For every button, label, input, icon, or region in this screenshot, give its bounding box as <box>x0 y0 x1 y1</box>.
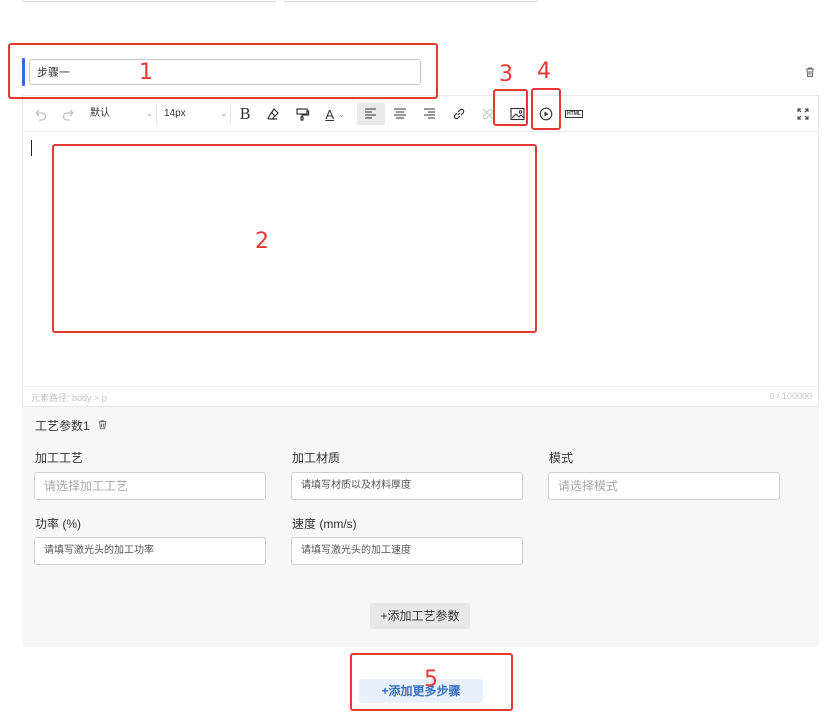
trash-icon[interactable] <box>96 418 109 431</box>
power-input[interactable]: 请填写激光头的加工功率 <box>34 537 266 565</box>
element-path: 元素路径: body > p <box>31 393 107 403</box>
annotation-box-1 <box>8 43 438 99</box>
eraser-icon[interactable] <box>264 103 282 125</box>
annotation-number-3: 3 <box>499 62 513 87</box>
font-family-value: 默认 <box>90 108 110 119</box>
material-input[interactable]: 请填写材质以及材料厚度 <box>291 472 523 500</box>
chevron-down-icon: ⌄ <box>337 109 345 119</box>
html-label: HTML <box>565 110 583 118</box>
font-family-select[interactable]: 默认 ⌄ <box>83 103 157 125</box>
process-select[interactable]: 请选择加工工艺 <box>34 472 266 500</box>
link-icon[interactable] <box>449 103 469 125</box>
undo-icon[interactable] <box>31 103 49 125</box>
add-param-button[interactable]: +添加工艺参数 <box>370 603 470 629</box>
align-left-icon[interactable] <box>357 103 385 125</box>
annotation-box-2 <box>52 144 537 333</box>
font-size-value: 14px <box>164 108 186 119</box>
params-section-title: 工艺参数1 <box>35 419 90 433</box>
font-color-label: A <box>325 106 334 122</box>
chevron-down-icon: ⌄ <box>146 109 153 118</box>
speed-label: 速度 (mm/s) <box>292 517 357 531</box>
align-center-icon[interactable] <box>390 103 410 125</box>
mode-label: 模式 <box>549 451 574 465</box>
annotation-number-4: 4 <box>537 59 551 84</box>
redo-icon[interactable] <box>60 103 78 125</box>
format-painter-icon[interactable] <box>293 103 311 125</box>
process-label: 加工工艺 <box>35 451 84 465</box>
top-field-left[interactable] <box>22 0 276 2</box>
material-label: 加工材质 <box>292 451 341 465</box>
annotation-number-1: 1 <box>139 60 153 85</box>
chevron-down-icon: ⌄ <box>220 109 227 118</box>
html-icon[interactable]: HTML <box>564 103 584 125</box>
annotation-number-5: 5 <box>424 667 438 692</box>
annotation-number-2: 2 <box>255 229 269 254</box>
top-field-right[interactable] <box>284 0 538 2</box>
trash-icon[interactable] <box>803 65 817 79</box>
power-label: 功率 (%) <box>35 517 81 531</box>
font-color-button[interactable]: A ⌄ <box>321 103 349 125</box>
bold-label: B <box>239 105 251 123</box>
mode-select[interactable]: 请选择模式 <box>548 472 780 500</box>
speed-input[interactable]: 请填写激光头的加工速度 <box>291 537 523 565</box>
bold-button[interactable]: B <box>236 103 254 125</box>
editor-toolbar: 默认 ⌄ 14px ⌄ B A ⌄ HTML <box>23 96 818 132</box>
editor-status-bar: 元素路径: body > p 0 / 100000 <box>23 386 818 406</box>
annotation-box-3 <box>493 89 528 126</box>
text-cursor <box>31 140 32 156</box>
font-size-select[interactable]: 14px ⌄ <box>157 103 231 125</box>
fullscreen-icon[interactable] <box>793 103 813 125</box>
align-right-icon[interactable] <box>419 103 439 125</box>
char-count: 0 / 100000 <box>769 391 812 401</box>
annotation-box-4 <box>531 88 561 130</box>
